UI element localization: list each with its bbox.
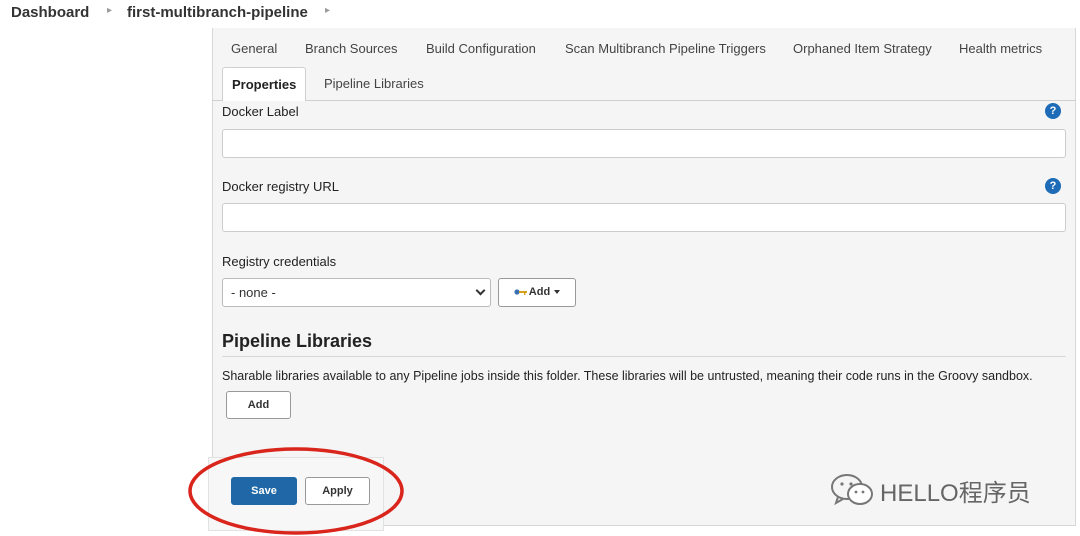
save-button[interactable]: Save xyxy=(231,477,297,505)
breadcrumb-separator-icon: ▸ xyxy=(325,5,331,16)
help-icon[interactable]: ? xyxy=(1045,178,1061,194)
tab-branch-sources[interactable]: Branch Sources xyxy=(305,41,398,56)
docker-registry-url-label: Docker registry URL xyxy=(222,179,340,194)
credentials-add-label: Add xyxy=(528,286,551,298)
tab-health-metrics[interactable]: Health metrics xyxy=(959,41,1042,56)
config-panel xyxy=(212,28,1076,526)
watermark: HELLO程序员 xyxy=(830,470,1031,510)
watermark-text: HELLO程序员 xyxy=(880,479,1031,507)
credentials-add-button[interactable]: Add xyxy=(498,278,576,307)
registry-credentials-selected: - none - xyxy=(231,285,276,300)
registry-credentials-select[interactable]: - none - xyxy=(222,278,491,307)
tab-properties[interactable]: Properties xyxy=(222,67,307,101)
breadcrumb: Dashboard ▸ first-multibranch-pipeline ▸ xyxy=(0,0,1080,28)
chevron-down-icon xyxy=(475,285,486,296)
docker-registry-url-input[interactable] xyxy=(222,203,1066,232)
tab-build-configuration[interactable]: Build Configuration xyxy=(426,41,536,56)
apply-button[interactable]: Apply xyxy=(305,477,370,505)
key-icon xyxy=(514,289,527,296)
registry-credentials-label: Registry credentials xyxy=(222,254,337,269)
wechat-icon xyxy=(831,474,873,506)
tab-orphaned-item-strategy[interactable]: Orphaned Item Strategy xyxy=(793,41,932,56)
breadcrumb-dashboard[interactable]: Dashboard xyxy=(11,4,89,21)
pipeline-libraries-description: Sharable libraries available to any Pipe… xyxy=(222,369,1033,383)
tab-scan-triggers[interactable]: Scan Multibranch Pipeline Triggers xyxy=(565,41,766,56)
docker-label-label: Docker Label xyxy=(222,104,299,119)
libraries-add-button[interactable]: Add xyxy=(226,391,291,419)
tab-pipeline-libraries[interactable]: Pipeline Libraries xyxy=(324,76,424,91)
caret-down-icon xyxy=(554,290,561,295)
docker-label-input[interactable] xyxy=(222,129,1066,158)
tabs-divider xyxy=(212,100,1076,101)
pipeline-libraries-title: Pipeline Libraries xyxy=(222,331,373,351)
help-icon[interactable]: ? xyxy=(1045,103,1061,119)
breadcrumb-job[interactable]: first-multibranch-pipeline xyxy=(127,4,308,21)
section-divider xyxy=(222,356,1066,357)
breadcrumb-separator-icon: ▸ xyxy=(107,5,113,16)
tab-general[interactable]: General xyxy=(231,41,277,56)
